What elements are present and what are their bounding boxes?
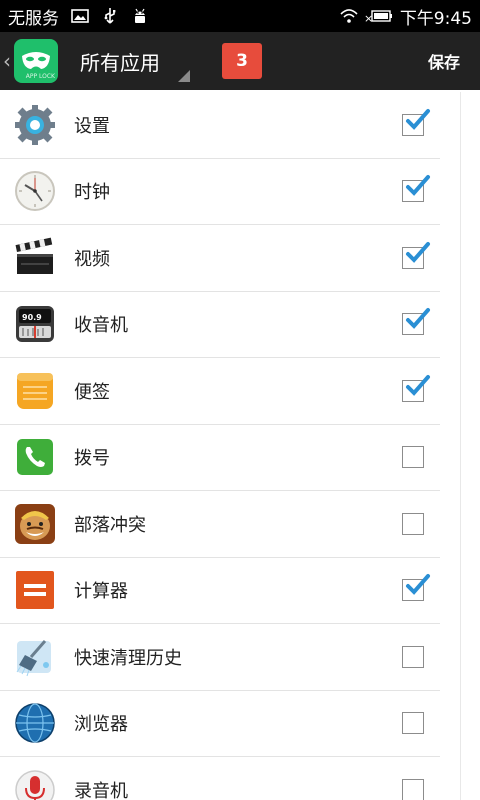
app-list: 设置 时钟 视频 90.9 收音机 便签 拨号 部落冲突 计算器 快速清理历史 … [0, 92, 440, 800]
game-icon [13, 502, 57, 546]
scrollbar-track[interactable] [460, 92, 461, 800]
app-name: 部落冲突 [74, 514, 146, 536]
list-item[interactable]: 设置 [0, 92, 440, 159]
list-item[interactable]: 快速清理历史 [0, 624, 440, 691]
spinner-corner-icon [178, 70, 190, 82]
app-checkbox-checked[interactable] [402, 108, 430, 136]
list-item[interactable]: 计算器 [0, 558, 440, 624]
app-name: 便签 [74, 381, 110, 403]
app-checkbox-checked[interactable] [402, 374, 430, 402]
image-icon [71, 7, 89, 25]
app-filter-spinner[interactable]: 所有应用 [80, 32, 190, 90]
spinner-label: 所有应用 [80, 50, 160, 75]
gear-icon [13, 103, 57, 147]
list-item[interactable]: 浏览器 [0, 691, 440, 757]
status-time: 下午9:45 [399, 8, 472, 29]
radio-icon: 90.9 [13, 302, 57, 346]
list-item[interactable]: 部落冲突 [0, 491, 440, 558]
list-item[interactable]: 视频 [0, 225, 440, 292]
logo-text: APP LOCK [25, 73, 55, 80]
app-logo[interactable]: APP LOCK [14, 39, 58, 83]
app-checkbox-unchecked[interactable] [402, 512, 424, 535]
app-name: 快速清理历史 [74, 647, 182, 669]
action-bar: ‹ APP LOCK 所有应用 3 保存 [0, 32, 480, 90]
app-checkbox-checked[interactable] [402, 308, 430, 336]
list-item[interactable]: 拨号 [0, 425, 440, 491]
app-checkbox-unchecked[interactable] [402, 778, 424, 800]
app-checkbox-unchecked[interactable] [402, 712, 424, 735]
status-bar: 无服务 × 下午9:45 [0, 0, 480, 32]
usb-icon [101, 7, 119, 25]
app-name: 计算器 [74, 581, 128, 603]
save-button[interactable]: 保存 [428, 49, 460, 73]
app-name: 收音机 [74, 315, 128, 337]
app-name: 录音机 [74, 780, 128, 800]
app-name: 拨号 [74, 448, 110, 470]
app-checkbox-checked[interactable] [402, 574, 430, 602]
back-chevron-icon[interactable]: ‹ [0, 32, 14, 90]
app-name: 视频 [74, 248, 110, 270]
app-name: 设置 [74, 115, 110, 137]
svg-text:90.9: 90.9 [22, 313, 42, 322]
android-icon [131, 7, 149, 25]
phone-icon [13, 435, 57, 479]
clapperboard-icon [13, 236, 57, 280]
notes-icon [13, 369, 57, 413]
list-item[interactable]: 时钟 [0, 159, 440, 225]
battery-icon: × [364, 7, 394, 25]
calculator-icon [13, 568, 57, 612]
app-name: 时钟 [74, 182, 110, 204]
app-checkbox-checked[interactable] [402, 175, 430, 203]
microphone-icon [13, 768, 57, 800]
list-item[interactable]: 90.9 收音机 [0, 292, 440, 358]
carrier-label: 无服务 [8, 8, 59, 29]
globe-icon [13, 701, 57, 745]
wifi-icon [340, 7, 358, 25]
app-checkbox-checked[interactable] [402, 241, 430, 269]
list-item[interactable]: 便签 [0, 358, 440, 425]
list-item[interactable]: 录音机 [0, 757, 440, 800]
app-checkbox-unchecked[interactable] [402, 645, 424, 668]
selected-count-badge: 3 [222, 43, 262, 79]
app-name: 浏览器 [74, 714, 128, 736]
clock-icon [13, 169, 57, 213]
app-checkbox-unchecked[interactable] [402, 446, 424, 469]
broom-icon [13, 635, 57, 679]
